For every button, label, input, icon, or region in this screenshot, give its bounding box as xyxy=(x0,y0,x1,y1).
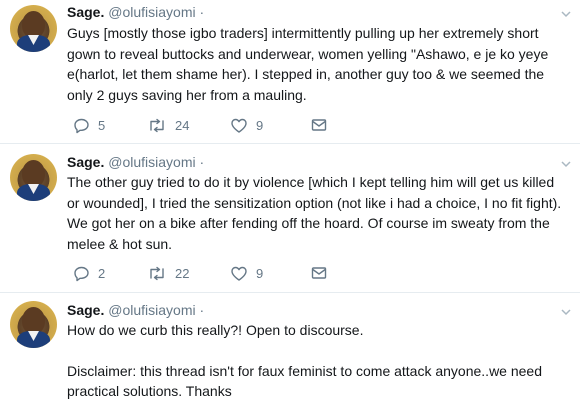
envelope-icon xyxy=(311,267,327,279)
tweet-header: Sage. @olufisiayomi · xyxy=(67,3,204,24)
separator-dot: · xyxy=(199,302,205,318)
user-handle[interactable]: @olufisiayomi xyxy=(108,302,195,318)
tweet-text: The other guy tried to do it by violence… xyxy=(67,172,567,254)
reply-count: 2 xyxy=(98,265,106,281)
user-handle[interactable]: @olufisiayomi xyxy=(108,154,195,170)
tweet-header: Sage. @olufisiayomi · xyxy=(67,153,204,174)
tweet-header: Sage. @olufisiayomi · xyxy=(67,301,204,322)
envelope-icon xyxy=(311,119,327,131)
like-button[interactable]: 9 xyxy=(230,115,263,135)
like-count: 9 xyxy=(256,265,264,281)
retweet-button[interactable]: 22 xyxy=(147,263,189,283)
tweet-actions: 5 24 9 xyxy=(67,115,347,135)
retweet-icon xyxy=(150,266,164,280)
direct-message-button[interactable] xyxy=(311,115,327,135)
chevron-down-icon[interactable] xyxy=(561,156,571,168)
tweet-paragraph: The other guy tried to do it by violence… xyxy=(67,174,562,252)
like-count: 9 xyxy=(256,117,264,133)
separator-dot: · xyxy=(199,4,205,20)
avatar[interactable] xyxy=(10,154,57,201)
chevron-down-icon[interactable] xyxy=(561,304,571,316)
retweet-icon xyxy=(150,118,164,132)
tweet[interactable]: Sage. @olufisiayomi · Guys [mostly those… xyxy=(0,0,580,143)
reply-icon xyxy=(74,266,89,281)
tweet-paragraph: How do we curb this really?! Open to dis… xyxy=(67,322,364,338)
tweet-text: How do we curb this really?! Open to dis… xyxy=(67,320,567,402)
reply-button[interactable]: 2 xyxy=(73,263,105,283)
tweet-paragraph: Disclaimer: this thread isn't for faux f… xyxy=(67,362,543,400)
direct-message-button[interactable] xyxy=(311,263,327,283)
tweet-thread: Sage. @olufisiayomi · Guys [mostly those… xyxy=(0,0,580,408)
reply-icon xyxy=(74,118,89,133)
reply-button[interactable]: 5 xyxy=(73,115,105,135)
reply-count: 5 xyxy=(98,117,106,133)
retweet-count: 22 xyxy=(175,265,190,281)
retweet-count: 24 xyxy=(175,117,190,133)
tweet-paragraph: Guys [mostly those igbo traders] intermi… xyxy=(67,25,549,103)
display-name[interactable]: Sage. xyxy=(67,154,104,170)
chevron-down-icon[interactable] xyxy=(561,6,571,18)
heart-icon xyxy=(231,118,247,133)
heart-icon xyxy=(231,266,247,281)
tweet[interactable]: Sage. @olufisiayomi · How do we curb thi… xyxy=(0,292,580,408)
tweet[interactable]: Sage. @olufisiayomi · The other guy trie… xyxy=(0,143,580,292)
tweet-text: Guys [mostly those igbo traders] intermi… xyxy=(67,23,567,105)
user-handle[interactable]: @olufisiayomi xyxy=(108,4,195,20)
retweet-button[interactable]: 24 xyxy=(147,115,189,135)
display-name[interactable]: Sage. xyxy=(67,302,104,318)
display-name[interactable]: Sage. xyxy=(67,4,104,20)
avatar[interactable] xyxy=(10,301,57,348)
separator-dot: · xyxy=(199,154,205,170)
avatar[interactable] xyxy=(10,5,57,52)
tweet-actions: 2 22 9 xyxy=(67,263,347,283)
like-button[interactable]: 9 xyxy=(230,263,263,283)
